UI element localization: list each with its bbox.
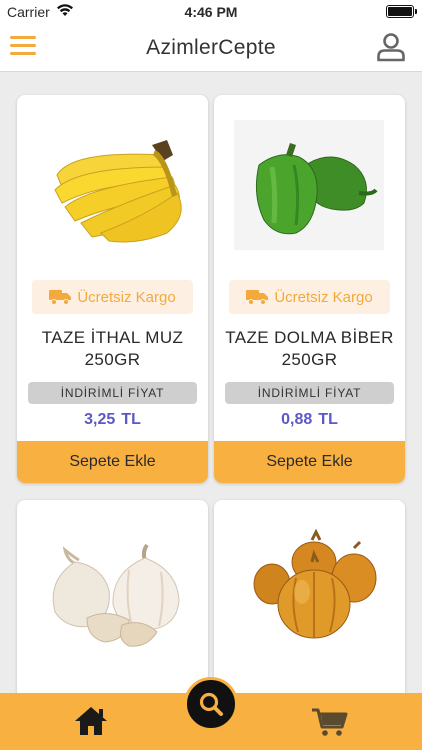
product-image-green-pepper [234, 120, 384, 250]
battery-icon [386, 5, 417, 18]
free-shipping-label: Ücretsiz Kargo [274, 288, 373, 306]
clock: 4:46 PM [184, 4, 238, 20]
product-name: TAZE İTHAL MUZ 250GR [41, 328, 184, 369]
price-currency: TL [121, 411, 141, 428]
product-card[interactable]: Ücretsiz Kargo TAZE DOLMA BİBER 250GR İN… [214, 95, 405, 483]
nav-bar: AzimlerCepte [0, 24, 422, 72]
home-icon[interactable] [73, 705, 109, 737]
status-bar: Carrier 4:46 PM [0, 0, 422, 24]
truck-icon [246, 290, 269, 305]
add-to-cart-button[interactable]: Sepete Ekle [17, 441, 208, 483]
user-icon[interactable] [376, 32, 406, 62]
product-image-onion [253, 528, 377, 639]
free-shipping-label: Ücretsiz Kargo [77, 288, 176, 306]
search-button[interactable] [184, 677, 238, 731]
product-price: 3,25 TL [17, 411, 208, 429]
free-shipping-badge: Ücretsiz Kargo [32, 280, 193, 314]
product-price: 0,88 TL [214, 411, 405, 429]
app-title: AzimlerCepte [146, 36, 276, 59]
search-icon [199, 692, 223, 716]
price-value: 3,25 [84, 411, 116, 428]
free-shipping-badge: Ücretsiz Kargo [229, 280, 390, 314]
product-name: TAZE DOLMA BİBER 250GR [225, 328, 394, 369]
product-image-garlic [52, 543, 180, 647]
product-image-banana [54, 140, 182, 243]
truck-icon [49, 290, 72, 305]
cart-icon[interactable] [312, 707, 348, 737]
price-currency: TL [318, 411, 338, 428]
price-value: 0,88 [281, 411, 313, 428]
product-card[interactable]: Ücretsiz Kargo TAZE İTHAL MUZ 250GR İNDİ… [17, 95, 208, 483]
add-to-cart-button[interactable]: Sepete Ekle [214, 441, 405, 483]
discount-label: İNDİRİMLİ FİYAT [28, 382, 197, 404]
discount-label: İNDİRİMLİ FİYAT [225, 382, 394, 404]
